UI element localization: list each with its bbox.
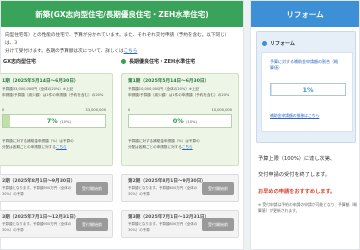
budget-progress: 0 10,000,000 0% (10%)	[128, 108, 232, 130]
desc-line: 分けて受付けます。各期の予算額は次について、詳しくはこちら	[5, 48, 237, 56]
info-text-1: 予算上限（100%）に達し次第、	[258, 156, 336, 162]
progress-value: 0%	[172, 117, 184, 125]
not-started-button[interactable]: 受付開始前	[76, 182, 108, 195]
bar-max-label: 10,000,000	[211, 108, 232, 112]
period-note: 予算額に対する補助金申請額（%）は予算の 分配は各期ごとの申請数に対するこちら	[2, 138, 108, 150]
card-title: 第3期（2025年7月1日〜12月31日）	[128, 215, 210, 220]
budget-history-link[interactable]: 補助金申請額の推移はこちら	[270, 113, 319, 119]
bar-max-label: 33,000,000	[85, 108, 106, 112]
column-title-text: 長期優良住宅・ZEH水準住宅	[129, 58, 196, 65]
not-started-button[interactable]: 受付開始前	[76, 218, 108, 231]
panel-description: 向型住宅等）との性能の住宅で、予算が分かれています。また、それぞれ交付申請（予約…	[1, 27, 243, 56]
info-text-2: 交付申請の受付を終了します。	[258, 172, 331, 178]
card-sub: 予算額となります。予算額600万円（全体の 30%）の予算	[128, 222, 200, 233]
gx-housing-column: GX志向型住宅 1期（2025年5月14日〜6月30日） 予算額33,000,0…	[0, 56, 113, 238]
desc-text: 分けて受付けます。各期の予算額は次について、詳しくは	[5, 49, 124, 54]
note-text: 分配は各期ごとの申請数に対する	[2, 145, 56, 149]
panel-header: リフォーム	[251, 1, 359, 27]
progress-sub: (10%)	[60, 120, 71, 124]
section-title: リフォーム	[262, 40, 295, 47]
period-2-card: 2期（2025年8月1日〜9月30日） 予算額となります。予算額900万円（全体…	[0, 174, 113, 202]
card-title: 2期（2025年8月1日〜9月30日）	[2, 179, 76, 184]
progress-value: 7%	[46, 117, 58, 125]
progress-percent: 0% (10%)	[173, 117, 197, 125]
period-sub-line: 申請額/予算額（減少額）は1件の申請額（予約を含む）の20%	[2, 93, 104, 97]
card-sub-line: 30%）の予算	[128, 191, 150, 196]
note-line: 分配は各期ごとの申請数に対するこちら	[128, 144, 234, 150]
period-sub-line: 申請額/予算額（減少額）は1件の申請額（予約を含む）の20%	[128, 93, 230, 97]
column-title-text: GX志向型住宅	[3, 58, 36, 65]
period-3-card: 第3期（2025年7月1日〜12月31日） 予算額となります。予算額600万円（…	[121, 210, 239, 238]
card-title: 3期（2025年7月1日〜12月31日）	[2, 215, 79, 220]
page: 新築(GX志向型住宅/長期優良住宅・ZEH水準住宅) 向型住宅等）との性能の住宅…	[0, 0, 360, 250]
progress-sub: (10%)	[186, 120, 197, 124]
footnote: ※ 受付申請は予約の申請の申請が可能となり、予算額（概算値）が更新されます。	[258, 202, 358, 213]
progress-bar: 7% (10%)	[2, 114, 106, 128]
card-sub: 予算額となります。予算額900万円（全体の 30%）の予算	[2, 186, 74, 197]
note-line: 分配は各期ごとの申請数に対するこちら	[2, 144, 108, 150]
card-sub-line: 予算額となります。予算額600万円（全体の	[128, 186, 198, 190]
card-sub-line: 30%）の予算	[2, 227, 24, 232]
reform-budget-box: リフォーム 予算に対する補助金申請額の割合（概算値） 1% 補助金申請額の推移は…	[256, 31, 356, 143]
progress-value: 1%	[302, 86, 314, 94]
card-sub-line: 予算額となります。予算額600万円（全体の	[128, 222, 198, 226]
budget-ratio-label: 予算に対する補助金申請額の割合（概算値）	[270, 59, 338, 70]
warning-text: お早めの申請をおすすめします。	[258, 189, 336, 195]
budget-inner-card: 予算に対する補助金申請額の割合（概算値） 1% 補助金申請額の推移はこちら	[261, 52, 353, 132]
progress-percent: 7% (10%)	[47, 117, 71, 125]
card-sub-line: 30%）の予算	[128, 227, 150, 232]
progress-bar: 1%	[270, 83, 346, 96]
card-sub: 予算額となります。予算額900万円（全体の 30%）の予算	[2, 222, 74, 233]
desc-line: 向型住宅等）との性能の住宅で、予算が分かれています。また、それぞれ交付申請（予約…	[5, 33, 230, 46]
reform-panel: リフォーム リフォーム 予算に対する補助金申請額の割合（概算値） 1% 補助金申…	[250, 0, 360, 250]
long-term-housing-column: 長期優良住宅・ZEH水準住宅 第1期（2025年5月14日〜6月30日） 予算額…	[121, 56, 239, 238]
column-title: GX志向型住宅	[0, 56, 113, 66]
progress-bar: 0% (10%)	[128, 114, 232, 128]
period-sub: 予算額10,000,000円（全体の20%）※上記 申請額/予算額（減少額）は1件…	[128, 86, 232, 98]
bullet-icon	[262, 41, 267, 46]
period-note: 予算額に対する補助金申請額（%）は予算の 分配は各期ごとの申請数に対するこちら	[128, 138, 234, 150]
bar-min-label: 0	[128, 108, 131, 112]
card-sub-line: 予算額となります。予算額900万円（全体の	[2, 222, 72, 226]
bar-min-label: 0	[2, 108, 5, 112]
card-title: 第2期（2025年8月1日〜9月30日）	[128, 179, 206, 184]
panel-header: 新築(GX志向型住宅/長期優良住宅・ZEH水準住宅)	[1, 1, 243, 27]
column-title: 長期優良住宅・ZEH水準住宅	[121, 56, 239, 66]
period-1-box: 第1期（2025年5月14日〜6月30日） 予算額10,000,000円（全体の…	[121, 73, 239, 166]
section-title-text: リフォーム	[270, 41, 295, 47]
new-housing-panel: 新築(GX志向型住宅/長期優良住宅・ZEH水準住宅) 向型住宅等）との性能の住宅…	[0, 0, 244, 250]
note-text: 分配は各期ごとの申請数に対する	[128, 145, 182, 149]
card-sub-line: 予算額となります。予算額900万円（全体の	[2, 186, 72, 190]
desc-link[interactable]: こちら	[124, 49, 138, 54]
not-started-button[interactable]: 受付開始前	[202, 182, 234, 195]
note-link[interactable]: こちら	[56, 145, 67, 149]
period-2-card: 第2期（2025年8月1日〜9月30日） 予算額となります。予算額600万円（全…	[121, 174, 239, 202]
period-3-card: 3期（2025年7月1日〜12月31日） 予算額となります。予算額900万円（全…	[0, 210, 113, 238]
card-sub-line: 30%）の予算	[2, 191, 24, 196]
budget-progress: 0 33,000,000 7% (10%)	[2, 108, 106, 130]
period-1-box: 1期（2025年5月14日〜6月30日） 予算額33,000,000円（全体の2…	[0, 73, 113, 166]
note-link[interactable]: こちら	[182, 145, 193, 149]
card-sub: 予算額となります。予算額600万円（全体の 30%）の予算	[128, 186, 200, 197]
bullet-icon	[121, 58, 126, 64]
progress-fill	[3, 115, 11, 127]
period-title: 1期（2025年5月14日〜6月30日）	[2, 79, 79, 84]
period-sub: 予算額33,000,000円（全体の20%）※上記 申請額/予算額（減少額）は1件…	[2, 86, 106, 98]
not-started-button[interactable]: 受付開始前	[202, 218, 234, 231]
period-title: 第1期（2025年5月14日〜6月30日）	[128, 79, 210, 84]
